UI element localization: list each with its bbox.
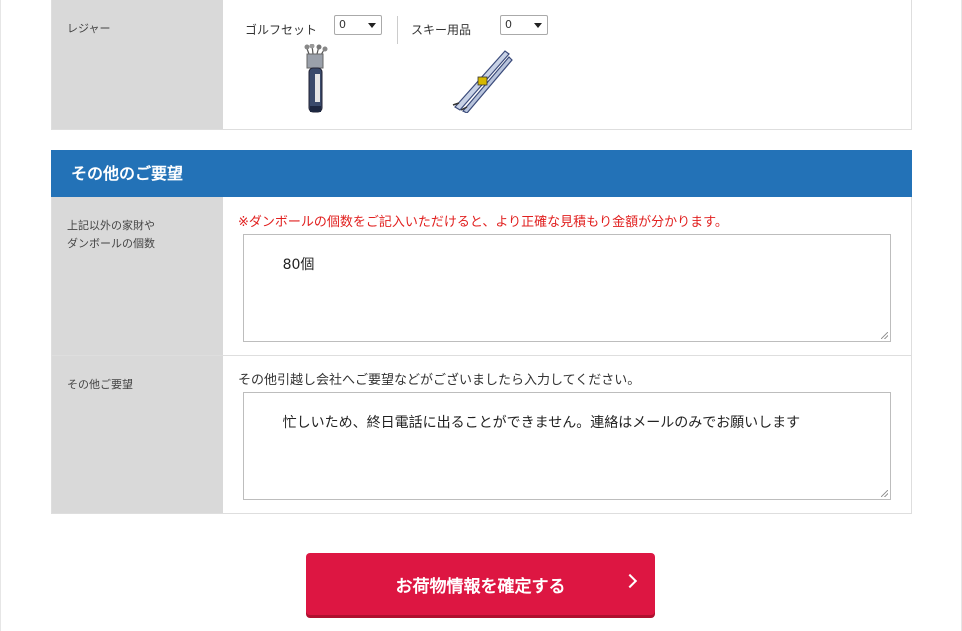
boxes-cell: ※ダンボールの個数をご記入いただけると、より正確な見積もり金額が分かります。 8… [223, 197, 911, 355]
request-note: その他引越し会社へご要望などがございましたら入力してください。 [238, 373, 641, 388]
chevron-down-icon [368, 23, 376, 28]
item-divider [397, 16, 398, 44]
chevron-right-icon [622, 573, 638, 589]
ski-value: 0 [505, 18, 512, 31]
request-label: その他ご要望 [52, 356, 223, 513]
golf-set-label: ゴルフセット [245, 23, 318, 37]
resize-grip-icon[interactable] [881, 332, 888, 339]
leisure-label: レジャー [52, 0, 223, 129]
ski-icon [452, 50, 513, 113]
resize-grip-icon[interactable] [881, 490, 888, 497]
leisure-table: レジャー ゴルフセット 0 スキー用品 0 [51, 0, 912, 130]
boxes-textarea[interactable]: 80個 [243, 234, 891, 342]
boxes-row: 上記以外の家財や ダンボールの個数 ※ダンボールの個数をご記入いただけると、より… [52, 197, 911, 355]
section-header-other-requests: その他のご要望 [51, 150, 912, 197]
request-textarea[interactable]: 忙しいため、終日電話に出ることができません。連絡はメールのみでお願いします [243, 392, 891, 500]
golf-set-value: 0 [339, 18, 346, 31]
boxes-label-line1: 上記以外の家財や [67, 219, 155, 232]
chevron-down-icon [534, 23, 542, 28]
confirm-luggage-button[interactable]: お荷物情報を確定する [306, 553, 655, 615]
leisure-items: ゴルフセット 0 スキー用品 0 [223, 0, 911, 129]
boxes-label-line2: ダンボールの個数 [67, 237, 155, 250]
request-cell: その他引越し会社へご要望などがございましたら入力してください。 忙しいため、終日… [223, 356, 911, 513]
request-textarea-value: 忙しいため、終日電話に出ることができません。連絡はメールのみでお願いします [282, 415, 801, 431]
golf-bag-icon [304, 44, 328, 113]
other-requests-table: 上記以外の家財や ダンボールの個数 ※ダンボールの個数をご記入いただけると、より… [51, 197, 912, 514]
boxes-label: 上記以外の家財や ダンボールの個数 [52, 197, 223, 355]
page-frame-left [0, 0, 1, 631]
boxes-note: ※ダンボールの個数をご記入いただけると、より正確な見積もり金額が分かります。 [238, 215, 728, 230]
golf-set-select[interactable]: 0 [334, 15, 382, 35]
ski-label: スキー用品 [411, 23, 472, 37]
leisure-row: レジャー ゴルフセット 0 スキー用品 0 [52, 0, 911, 129]
ski-select[interactable]: 0 [500, 15, 548, 35]
request-row: その他ご要望 その他引越し会社へご要望などがございましたら入力してください。 忙… [52, 355, 911, 513]
confirm-luggage-label: お荷物情報を確定する [395, 576, 566, 597]
boxes-textarea-value: 80個 [282, 257, 315, 273]
